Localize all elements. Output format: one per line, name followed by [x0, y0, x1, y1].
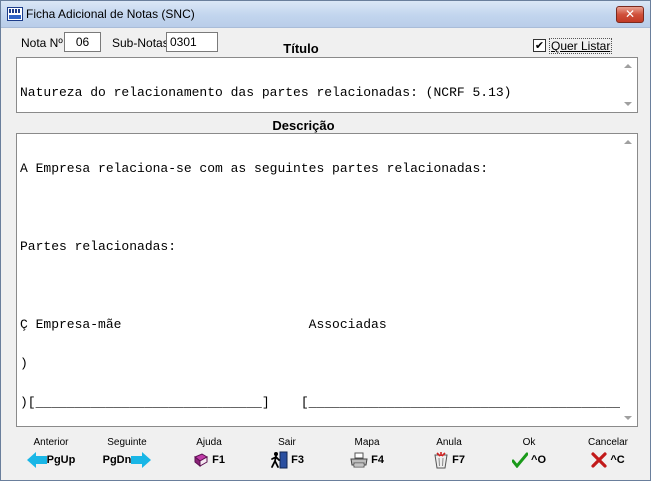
button-caption: Cancelar [587, 437, 629, 448]
book-icon [194, 453, 209, 468]
subnotas-input[interactable]: 0301 [166, 32, 218, 52]
printer-icon [350, 452, 368, 468]
descricao-line: Partes relacionadas: [20, 239, 177, 254]
titulo-textarea[interactable]: Natureza do relacionamento das partes re… [16, 57, 638, 113]
check-icon: ✔ [534, 39, 545, 52]
descricao-line: A Empresa relaciona-se com as seguintes … [20, 161, 489, 176]
trash-icon [434, 452, 448, 469]
button-key: ^O [531, 454, 547, 467]
dialog-window: Ficha Adicional de Notas (SNC) ✕ Nota Nº… [0, 0, 651, 481]
scroll-up-icon[interactable] [624, 64, 632, 68]
scroll-down-icon[interactable] [624, 102, 632, 106]
button-key: F4 [371, 454, 384, 467]
button-key: F7 [452, 454, 465, 467]
sair-button[interactable]: Sair F3 [255, 437, 319, 473]
ok-button[interactable]: Ok ^O [497, 437, 561, 473]
button-caption: Sair [278, 437, 296, 448]
descricao-line: Ç Empresa-mãe Associadas [20, 317, 387, 332]
descricao-heading: Descrição [272, 118, 335, 133]
checkmark-icon [511, 452, 528, 469]
descricao-line: ) [20, 356, 28, 371]
button-key: PgUp [46, 454, 76, 467]
nota-input[interactable]: 06 [64, 32, 101, 52]
cross-icon [591, 452, 607, 468]
button-key: ^C [610, 454, 625, 467]
title-bar: Ficha Adicional de Notas (SNC) ✕ [1, 1, 650, 28]
button-key: PgDn [102, 454, 132, 467]
anula-button[interactable]: Anula F7 [417, 437, 481, 473]
cancelar-button[interactable]: Cancelar ^C [576, 437, 640, 473]
anterior-button[interactable]: Anterior PgUp [19, 437, 83, 473]
titulo-text: Natureza do relacionamento das partes re… [20, 85, 512, 100]
button-caption: Mapa [354, 437, 380, 448]
scroll-down-icon[interactable] [624, 416, 632, 420]
exit-walker-icon [271, 451, 288, 469]
close-icon: ✕ [624, 7, 636, 21]
quer-listar-checkbox[interactable]: ✔ [533, 39, 546, 52]
seguinte-button[interactable]: Seguinte PgDn [95, 437, 159, 473]
descricao-textarea[interactable]: A Empresa relaciona-se com as seguintes … [16, 133, 638, 427]
arrow-right-icon [131, 452, 152, 469]
button-key: F1 [212, 454, 225, 467]
descricao-scrollbar[interactable] [620, 134, 637, 426]
button-caption: Anterior [33, 437, 69, 448]
scroll-up-icon[interactable] [624, 140, 632, 144]
window-title: Ficha Adicional de Notas (SNC) [26, 7, 195, 21]
descricao-line: )[_____________________________] [______… [20, 395, 637, 410]
close-button[interactable]: ✕ [616, 6, 644, 23]
titulo-heading: Título [283, 41, 319, 56]
arrow-left-icon [26, 452, 47, 469]
descricao-line: ​ [20, 279, 634, 292]
ajuda-button[interactable]: Ajuda F1 [177, 437, 241, 473]
app-icon [7, 7, 23, 21]
button-caption: Seguinte [107, 437, 147, 448]
button-caption: Ajuda [196, 437, 222, 448]
button-caption: Ok [522, 437, 536, 448]
nota-label: Nota Nº [21, 36, 63, 50]
descricao-line: ​ [20, 201, 634, 214]
button-key: F3 [291, 454, 304, 467]
titulo-scrollbar[interactable] [620, 58, 637, 112]
subnotas-label: Sub-Notas [112, 36, 169, 50]
button-caption: Anula [436, 437, 462, 448]
mapa-button[interactable]: Mapa F4 [335, 437, 399, 473]
quer-listar-label[interactable]: Quer Listar [549, 38, 613, 54]
